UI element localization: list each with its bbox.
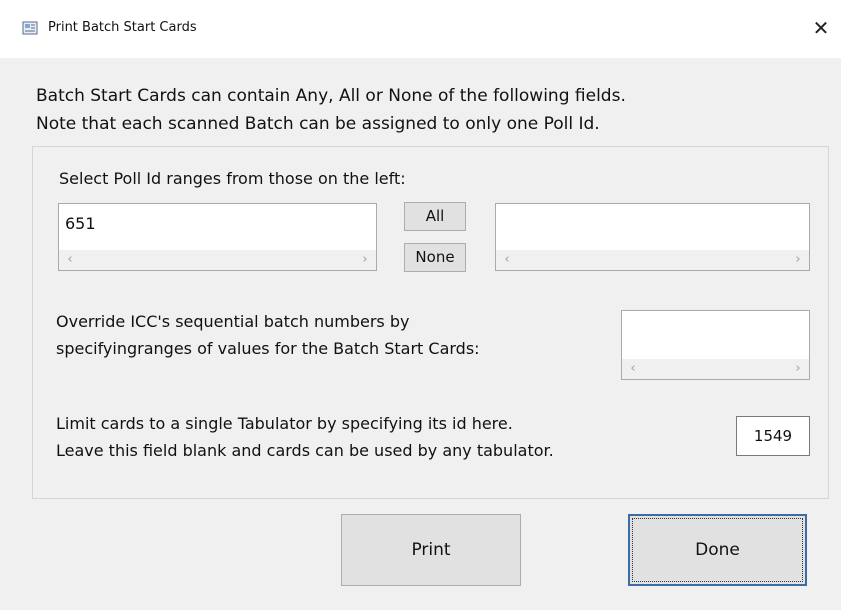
list-item[interactable]: 651: [65, 214, 96, 233]
print-button[interactable]: Print: [341, 514, 521, 586]
focus-rectangle: [632, 518, 803, 582]
scroll-left-icon[interactable]: ‹: [498, 250, 516, 270]
done-button[interactable]: Done: [628, 514, 807, 586]
scroll-right-icon[interactable]: ›: [789, 250, 807, 270]
selected-poll-list[interactable]: ‹ ›: [495, 203, 810, 271]
tabulator-line-2: Leave this field blank and cards can be …: [56, 441, 554, 460]
override-label: Override ICC's sequential batch numbers …: [56, 308, 480, 362]
options-group: Select Poll Id ranges from those on the …: [32, 146, 829, 499]
horizontal-scrollbar[interactable]: ‹ ›: [59, 250, 376, 270]
intro-line-1: Batch Start Cards can contain Any, All o…: [36, 86, 626, 106]
scroll-left-icon[interactable]: ‹: [624, 359, 642, 379]
tabulator-line-1: Limit cards to a single Tabulator by spe…: [56, 414, 513, 433]
scroll-right-icon[interactable]: ›: [789, 359, 807, 379]
close-button[interactable]: ✕: [801, 10, 841, 46]
tabulator-label: Limit cards to a single Tabulator by spe…: [56, 410, 554, 464]
select-none-button[interactable]: None: [404, 243, 466, 272]
dialog-body: Batch Start Cards can contain Any, All o…: [0, 58, 841, 610]
horizontal-scrollbar[interactable]: ‹ ›: [496, 250, 809, 270]
scroll-right-icon[interactable]: ›: [356, 250, 374, 270]
override-line-1: Override ICC's sequential batch numbers …: [56, 312, 410, 331]
scroll-left-icon[interactable]: ‹: [61, 250, 79, 270]
window-title: Print Batch Start Cards: [48, 20, 197, 35]
tabulator-id-field[interactable]: [736, 416, 810, 456]
available-poll-list[interactable]: 651 ‹ ›: [58, 203, 377, 271]
override-line-2: specifyingranges of values for the Batch…: [56, 339, 480, 358]
title-bar: Print Batch Start Cards ✕: [0, 0, 841, 58]
intro-line-2: Note that each scanned Batch can be assi…: [36, 114, 600, 134]
poll-range-label: Select Poll Id ranges from those on the …: [59, 169, 406, 188]
window-app-icon: [22, 21, 38, 35]
intro-text: Batch Start Cards can contain Any, All o…: [36, 82, 626, 138]
batch-number-range-list[interactable]: ‹ ›: [621, 310, 810, 380]
close-icon: ✕: [812, 16, 830, 40]
select-all-button[interactable]: All: [404, 202, 466, 231]
horizontal-scrollbar[interactable]: ‹ ›: [622, 359, 809, 379]
